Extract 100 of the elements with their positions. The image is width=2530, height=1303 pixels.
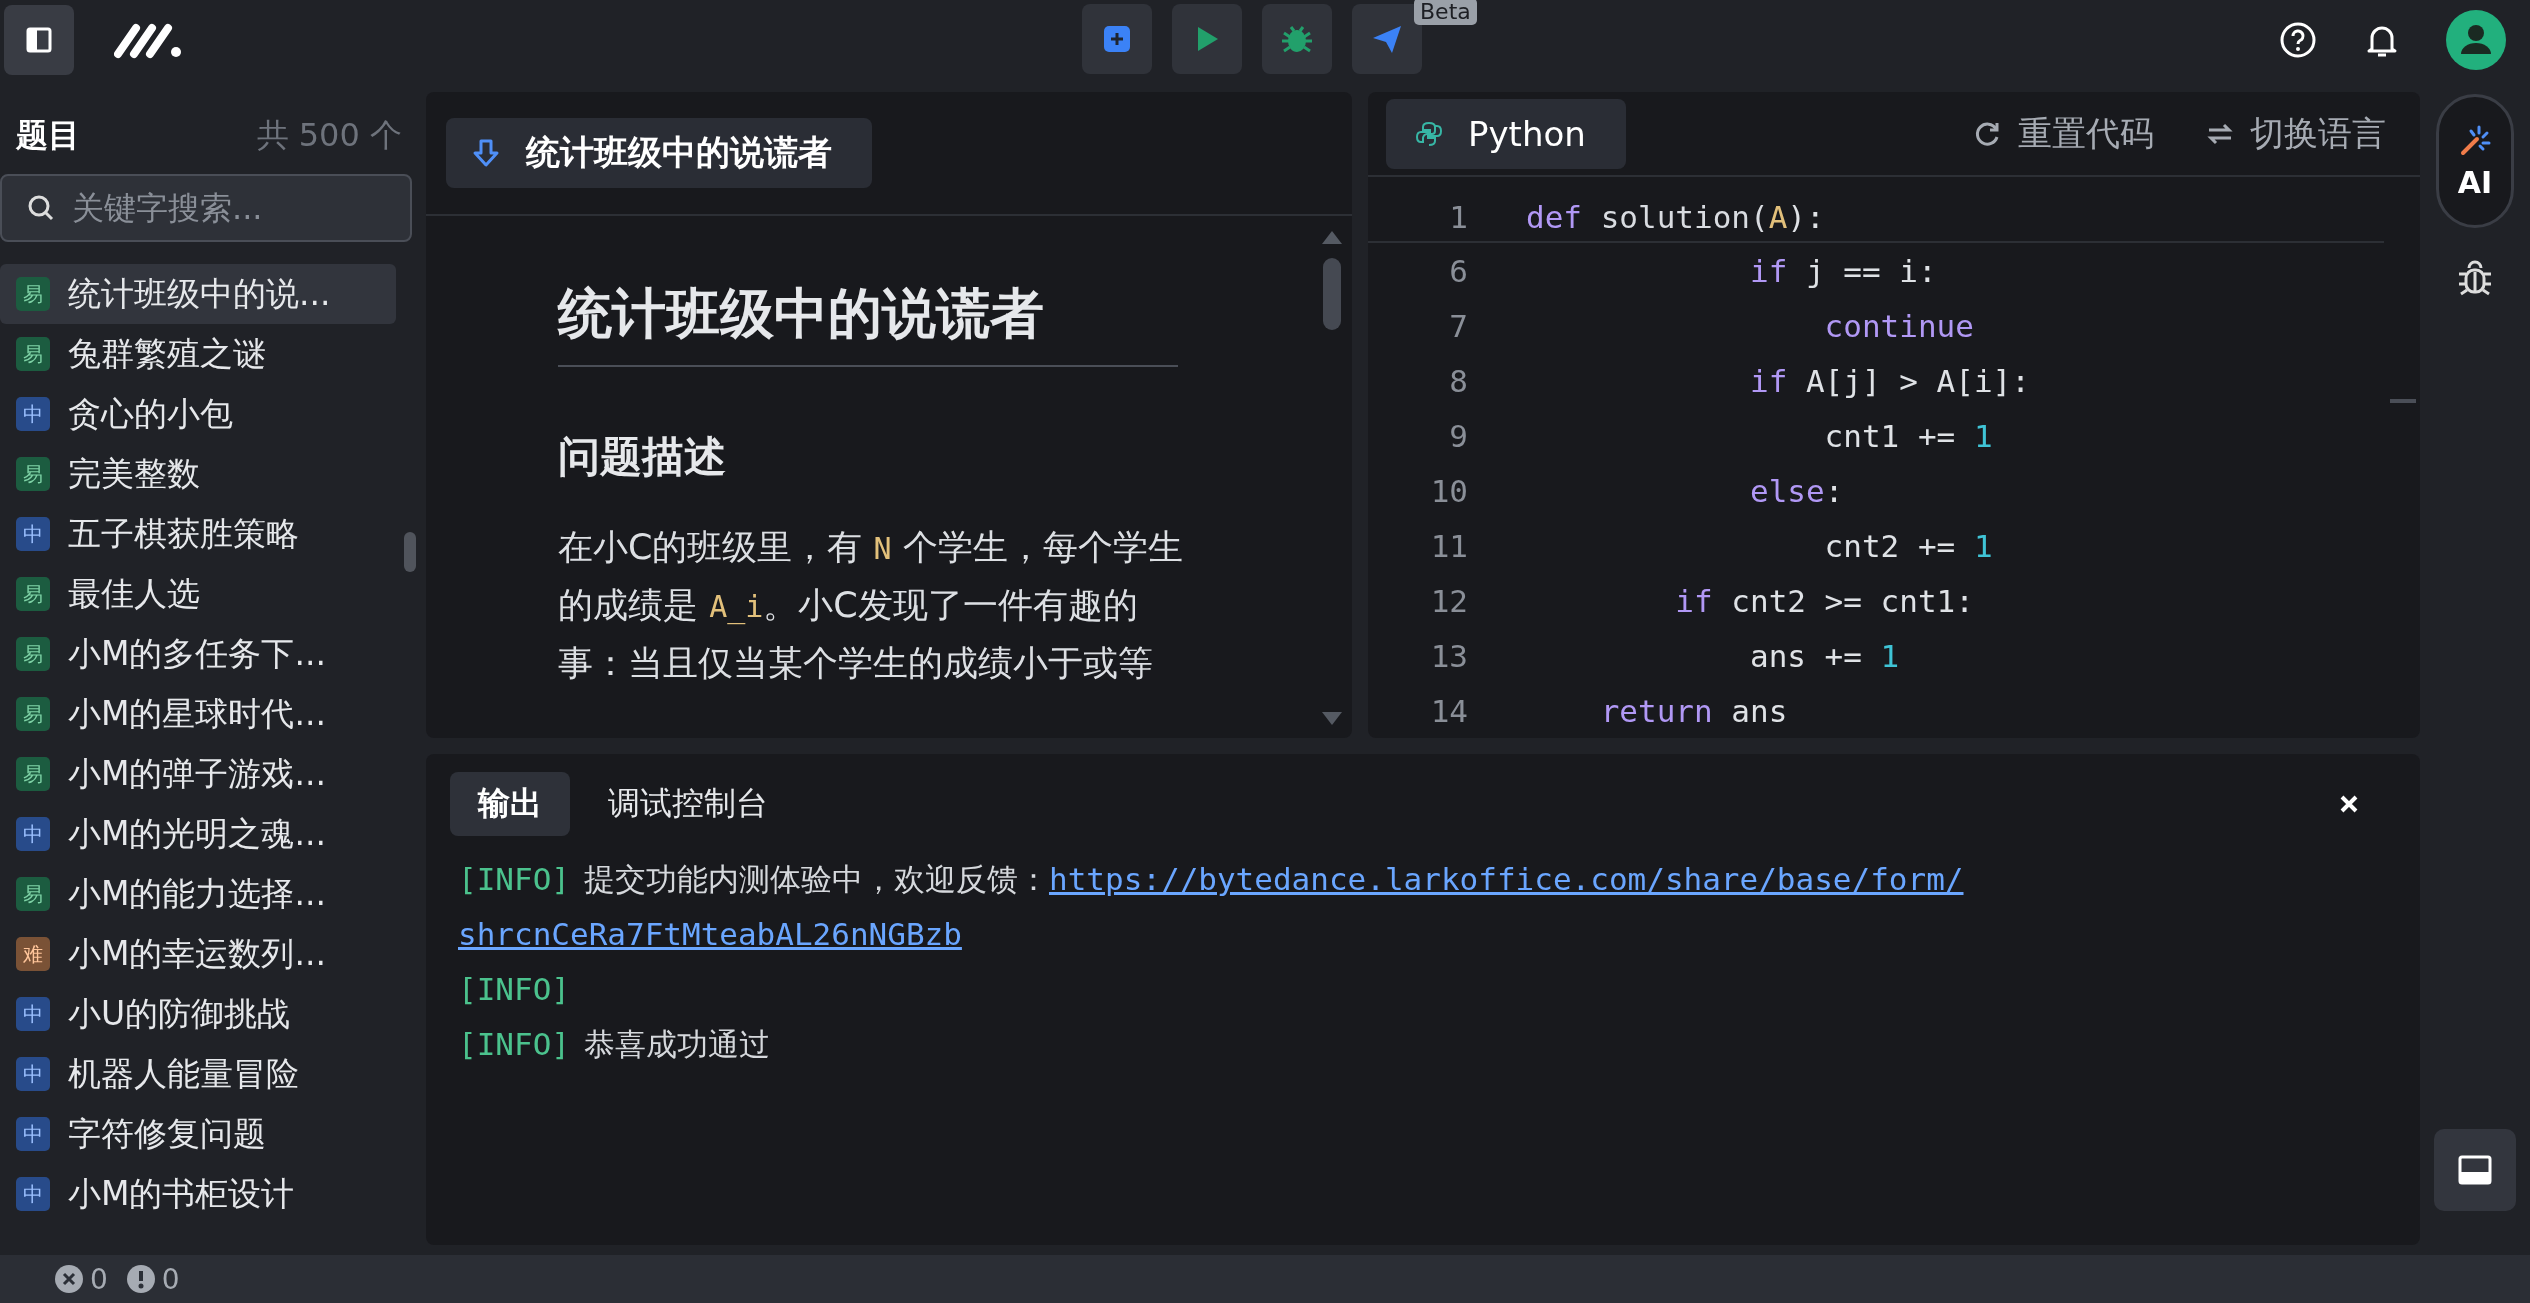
problem-item[interactable]: 难 小M的幸运数列... <box>0 924 396 984</box>
problem-title: 小U的防御挑战 <box>68 992 291 1035</box>
difficulty-tag: 易 <box>16 697 50 731</box>
error-count: 0 <box>90 1262 108 1296</box>
line-number: 6 <box>1448 252 1468 289</box>
line-number: 7 <box>1448 307 1468 344</box>
problem-item[interactable]: 中 五子棋获胜策略 <box>0 504 396 564</box>
log-tag: [INFO] <box>458 861 570 897</box>
code-line: if A[j] > A[i]: <box>1748 362 2030 399</box>
problem-item[interactable]: 中 小M的书柜设计 <box>0 1164 396 1224</box>
toggle-panel-button[interactable] <box>2434 1129 2516 1211</box>
difficulty-tag: 易 <box>16 337 50 371</box>
problem-item[interactable]: 易 最佳人选 <box>0 564 396 624</box>
line-number: 14 <box>1429 692 1468 729</box>
problem-tab-title: 统计班级中的说谎者 <box>526 131 832 174</box>
feedback-link[interactable]: shrcnCeRa7FtMteabAL26nNGBzb <box>458 916 962 952</box>
problem-item[interactable]: 易 兔群繁殖之谜 <box>0 324 396 384</box>
problem-item[interactable]: 易 小M的多任务下... <box>0 624 396 684</box>
difficulty-tag: 中 <box>16 817 50 851</box>
debug-button[interactable] <box>1262 4 1332 74</box>
difficulty-tag: 易 <box>16 877 50 911</box>
sidebar-icon <box>26 27 52 53</box>
warning-count: 0 <box>161 1262 180 1296</box>
problem-title: 小M的书柜设计 <box>68 1172 295 1215</box>
problem-item[interactable]: 中 小U的防御挑战 <box>0 984 396 1044</box>
problem-tab[interactable]: 统计班级中的说谎者 <box>446 118 872 188</box>
feedback-link[interactable]: https://bytedance.larkoffice.com/share/base/form/ <box>1049 861 1964 897</box>
code-line: cnt2 += 1 <box>1823 527 1993 564</box>
search-field[interactable]: 关键字搜索... <box>0 174 412 242</box>
sidebar-toggle-button[interactable] <box>4 5 74 75</box>
problem-item[interactable]: 易 小M的弹子游戏... <box>0 744 396 804</box>
problem-item[interactable]: 易 统计班级中的说... <box>0 264 396 324</box>
output-tab[interactable]: 调试控制台 <box>580 772 796 836</box>
problem-title: 统计班级中的说谎者 <box>558 278 1178 367</box>
problem-title: 完美整数 <box>68 452 200 495</box>
difficulty-tag: 中 <box>16 397 50 431</box>
scrollbar-thumb[interactable] <box>1323 258 1341 330</box>
code-line: ans += 1 <box>1748 637 1900 674</box>
code-line: else: <box>1748 472 1844 509</box>
reset-button[interactable]: 重置代码 <box>1968 109 2160 158</box>
ai-button[interactable]: AI <box>2436 94 2514 228</box>
error-icon <box>54 1264 84 1294</box>
difficulty-tag: 中 <box>16 1057 50 1091</box>
scrollbar-thumb[interactable] <box>404 532 416 572</box>
problem-item[interactable]: 易 小M的能力选择... <box>0 864 396 924</box>
add-button[interactable] <box>1082 4 1152 74</box>
close-icon[interactable] <box>2338 793 2360 815</box>
code-line: continue <box>1823 307 1974 344</box>
difficulty-tag: 难 <box>16 937 50 971</box>
problem-title: 字符修复问题 <box>68 1112 266 1155</box>
sidebar-title: 题目 <box>16 115 80 156</box>
problem-title: 统计班级中的说... <box>68 272 331 315</box>
output-tab[interactable]: 输出 <box>450 772 570 836</box>
difficulty-tag: 中 <box>16 517 50 551</box>
warning-icon <box>125 1264 156 1294</box>
line-number: 9 <box>1448 417 1468 454</box>
difficulty-tag: 易 <box>16 637 50 671</box>
switch-button[interactable]: 切换语言 <box>2200 109 2392 158</box>
submit-button[interactable] <box>1352 4 1422 74</box>
run-button[interactable] <box>1172 4 1242 74</box>
problem-item[interactable]: 中 小M的光明之魂... <box>0 804 396 864</box>
problem-title: 小M的能力选择... <box>68 872 326 915</box>
problem-title: 小M的星球时代... <box>68 692 326 735</box>
problem-item[interactable]: 中 机器人能量冒险 <box>0 1044 396 1104</box>
line-number: 1 <box>1448 199 1468 235</box>
problem-title: 贪心的小包 <box>68 392 233 435</box>
problem-title: 最佳人选 <box>68 572 200 615</box>
problem-description: 在小C的班级里，有 N 个学生，每个学生的成绩是 A_i。小C发现了一件有趣的事：当且仅当某个学生的成绩小于或等 <box>558 526 1184 685</box>
code-line: return ans <box>1599 692 1788 729</box>
log-tag: [INFO] <box>458 971 570 1007</box>
section-heading: 问题描述 <box>558 431 727 483</box>
line-number: 11 <box>1429 527 1468 564</box>
line-number: 13 <box>1429 637 1468 674</box>
code-line: def solution(A): <box>1526 199 1825 235</box>
problem-title: 小M的弹子游戏... <box>68 752 326 795</box>
log-tag: [INFO] <box>458 1026 570 1062</box>
problem-item[interactable]: 中 字符修复问题 <box>0 1104 396 1164</box>
problem-title: 小M的光明之魂... <box>68 812 326 855</box>
problem-title: 五子棋获胜策略 <box>68 512 299 555</box>
difficulty-tag: 易 <box>16 757 50 791</box>
code-line: if cnt2 >= cnt1: <box>1674 582 1974 619</box>
line-number: 8 <box>1448 362 1468 399</box>
difficulty-tag: 中 <box>16 1177 50 1211</box>
problem-item[interactable]: 易 小M的星球时代... <box>0 684 396 744</box>
plus-icon <box>1101 23 1133 55</box>
language-tab[interactable]: Python <box>1386 98 1626 169</box>
problem-title: 机器人能量冒险 <box>68 1052 299 1095</box>
help-icon[interactable] <box>2278 20 2318 60</box>
problem-count: 共 500 个 <box>256 115 402 156</box>
log-message: 恭喜成功通过 <box>584 1026 770 1062</box>
line-number: 12 <box>1429 582 1468 619</box>
problem-item[interactable]: 易 完美整数 <box>0 444 396 504</box>
avatar-icon[interactable] <box>2446 10 2506 70</box>
difficulty-tag: 易 <box>16 457 50 491</box>
problem-title: 小M的多任务下... <box>68 632 326 675</box>
problem-item[interactable]: 中 贪心的小包 <box>0 384 396 444</box>
arrow-down-icon <box>472 138 500 168</box>
beta-badge: Beta <box>1414 0 1477 25</box>
language-label: Python <box>1468 113 1586 154</box>
problem-title: 兔群繁殖之谜 <box>68 332 266 375</box>
